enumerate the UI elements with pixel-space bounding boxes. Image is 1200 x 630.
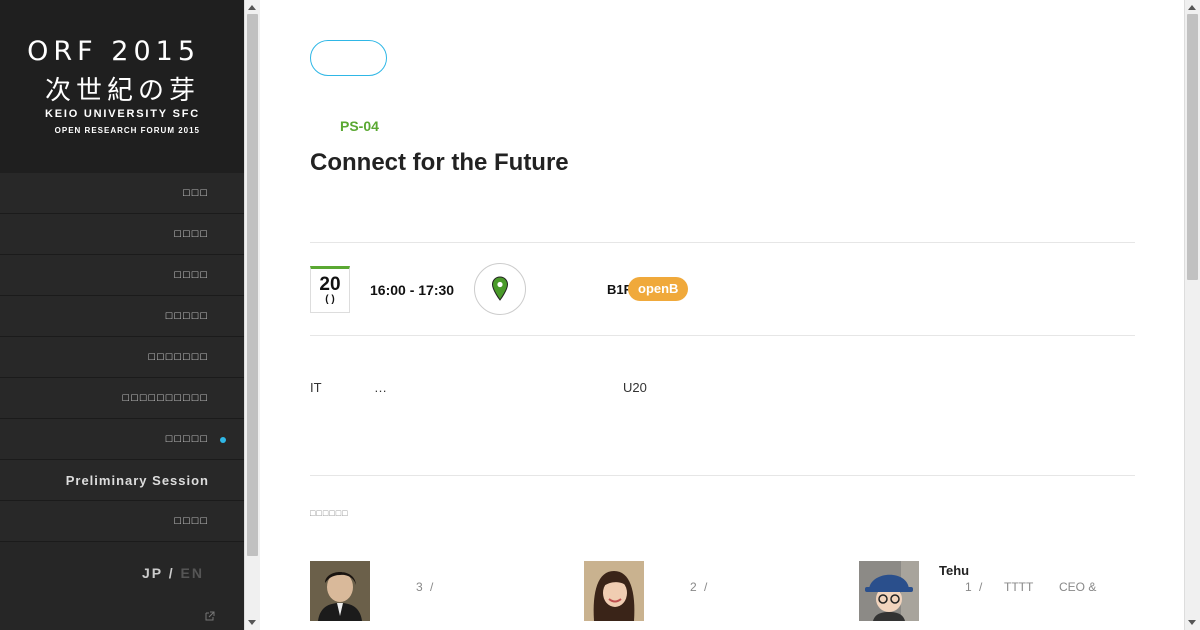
venue-badge: openB: [628, 277, 689, 301]
description-text: …: [374, 380, 387, 395]
nav-item-label: □□□□□: [165, 433, 209, 445]
speaker-number: 2: [690, 580, 697, 594]
main-content: PS-04 Connect for the Future 20 ( ) 16:0…: [260, 0, 1184, 630]
session-code: PS-04: [340, 118, 379, 134]
sidebar-scrollbar[interactable]: [244, 0, 260, 630]
scroll-up-arrow-icon[interactable]: [1188, 5, 1196, 10]
lang-jp-link[interactable]: JP /: [142, 565, 175, 581]
date-weekday: ( ): [325, 294, 335, 305]
site-logo[interactable]: ORF 2015 次世紀の芽 KEIO UNIVERSITY SFC OPEN …: [0, 0, 244, 173]
nav-item-label: □□□□: [174, 515, 209, 527]
speaker-avatar-image: [310, 561, 370, 621]
speaker-avatar-image: [584, 561, 644, 621]
speaker-separator: /: [704, 580, 708, 594]
page-scroll-thumb[interactable]: [1187, 14, 1198, 280]
logo-university: KEIO UNIVERSITY SFC: [44, 108, 200, 120]
sidebar-nav: □□□ □□□□ □□□□ □□□□□ □□□□□□□ □□□□□□□□□□ □…: [0, 173, 244, 542]
speaker-avatar-image: [859, 561, 919, 621]
date-day: 20: [319, 274, 341, 295]
page-scrollbar[interactable]: [1184, 0, 1200, 630]
logo-forum: OPEN RESEARCH FORUM 2015: [54, 126, 200, 135]
speaker-affiliation: TTTT: [1004, 580, 1034, 594]
nav-item-label: □□□□: [174, 228, 209, 240]
speaker-separator: /: [979, 580, 983, 594]
logo-title: ORF 2015: [27, 36, 200, 67]
nav-item-label: □□□□□□□□□□: [122, 392, 209, 404]
speaker-number: 3: [416, 580, 423, 594]
divider: [310, 242, 1135, 243]
active-indicator-dot: [220, 437, 226, 443]
speaker-name: Tehu: [939, 563, 970, 578]
session-time: 16:00 - 17:30: [370, 282, 455, 298]
nav-item-active[interactable]: □□□□□: [0, 419, 244, 460]
map-pin-icon: [491, 276, 509, 301]
sidebar: ORF 2015 次世紀の芽 KEIO UNIVERSITY SFC OPEN …: [0, 0, 244, 630]
nav-item-6[interactable]: □□□□□□□□□□: [0, 378, 244, 419]
lang-en-link[interactable]: EN: [181, 565, 204, 581]
date-box: 20 ( ): [310, 266, 350, 313]
nav-item-2[interactable]: □□□□: [0, 214, 244, 255]
nav-item-5[interactable]: □□□□□□□: [0, 337, 244, 378]
speaker-separator: /: [430, 580, 434, 594]
speaker-number: 1: [965, 580, 972, 594]
logo-subtitle: 次世紀の芽: [44, 76, 200, 106]
sidebar-scroll-thumb[interactable]: [247, 14, 258, 556]
session-title: Connect for the Future: [310, 149, 569, 176]
nav-item-label: □□□: [183, 187, 209, 199]
divider: [310, 475, 1135, 476]
nav-item-label: Preliminary Session: [65, 472, 209, 488]
location-button[interactable]: [474, 263, 526, 315]
nav-item-1[interactable]: □□□: [0, 173, 244, 214]
nav-item-label: □□□□: [174, 269, 209, 281]
nav-item-9[interactable]: □□□□: [0, 501, 244, 542]
language-switcher: JP / EN: [142, 565, 204, 581]
description-text: U20: [623, 380, 647, 395]
speaker-photo[interactable]: [584, 561, 644, 621]
scroll-up-arrow-icon[interactable]: [248, 5, 256, 10]
nav-item-preliminary-session[interactable]: Preliminary Session: [0, 460, 244, 501]
speaker-photo[interactable]: [859, 561, 919, 621]
nav-item-3[interactable]: □□□□: [0, 255, 244, 296]
external-link-icon[interactable]: [205, 611, 215, 621]
back-pill-button[interactable]: [310, 40, 387, 76]
scroll-down-arrow-icon[interactable]: [248, 620, 256, 625]
speakers-heading: □□□□□□: [310, 508, 349, 518]
divider: [310, 335, 1135, 336]
nav-item-4[interactable]: □□□□□: [0, 296, 244, 337]
nav-item-label: □□□□□□□: [148, 351, 209, 363]
description-text: IT: [310, 380, 322, 395]
scroll-down-arrow-icon[interactable]: [1188, 620, 1196, 625]
speaker-photo[interactable]: [310, 561, 370, 621]
nav-item-label: □□□□□: [165, 310, 209, 322]
speaker-role: CEO &: [1059, 580, 1097, 594]
